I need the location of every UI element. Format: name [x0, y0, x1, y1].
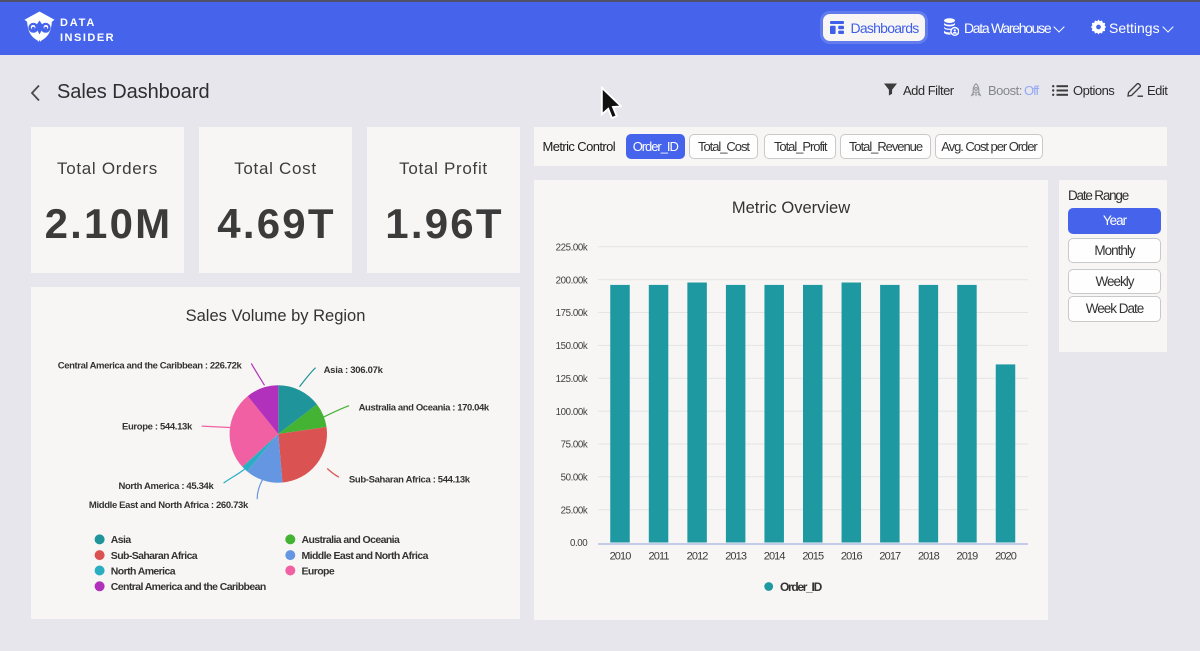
svg-text:2013: 2013	[725, 551, 747, 563]
svg-text:Central America and the Caribb: Central America and the Caribbean	[111, 581, 266, 593]
svg-text:Sales Volume by Region: Sales Volume by Region	[186, 307, 366, 325]
svg-text:Sub-Saharan Africa: Sub-Saharan Africa	[111, 550, 198, 562]
svg-text:2019: 2019	[957, 551, 979, 563]
svg-text:Sub-Saharan Africa : 544.13k: Sub-Saharan Africa : 544.13k	[349, 474, 471, 485]
svg-text:Asia: Asia	[111, 534, 132, 546]
svg-text:2012: 2012	[687, 551, 709, 563]
svg-text:200.00k: 200.00k	[556, 275, 588, 286]
svg-text:Metric Overview: Metric Overview	[732, 199, 850, 217]
svg-text:Middle East and North Africa: Middle East and North Africa	[302, 550, 429, 562]
svg-text:25.00k: 25.00k	[561, 505, 588, 516]
svg-text:Order_ID: Order_ID	[780, 580, 823, 594]
svg-text:0.00: 0.00	[570, 538, 588, 549]
svg-text:125.00k: 125.00k	[556, 374, 588, 385]
svg-text:Asia : 306.07k: Asia : 306.07k	[324, 365, 384, 376]
svg-text:175.00k: 175.00k	[556, 308, 588, 319]
svg-text:2016: 2016	[841, 551, 863, 563]
svg-text:2011: 2011	[649, 551, 670, 563]
svg-text:2020: 2020	[995, 551, 1017, 563]
svg-text:150.00k: 150.00k	[556, 341, 588, 352]
svg-text:Central America and the Caribb: Central America and the Caribbean : 226.…	[58, 361, 243, 372]
svg-text:North America : 45.34k: North America : 45.34k	[118, 481, 214, 492]
svg-text:225.00k: 225.00k	[556, 243, 588, 254]
svg-text:2017: 2017	[879, 551, 901, 563]
svg-text:50.00k: 50.00k	[561, 473, 588, 484]
svg-text:2010: 2010	[610, 551, 632, 563]
svg-text:2015: 2015	[802, 551, 824, 563]
svg-text:75.00k: 75.00k	[561, 440, 588, 451]
svg-text:Europe : 544.13k: Europe : 544.13k	[122, 422, 193, 433]
svg-text:Middle East and North Africa :: Middle East and North Africa : 260.73k	[89, 500, 249, 511]
svg-text:Australia and Oceania: Australia and Oceania	[302, 534, 400, 546]
svg-text:North America: North America	[111, 565, 176, 577]
svg-text:100.00k: 100.00k	[556, 407, 588, 418]
svg-text:2018: 2018	[918, 551, 940, 563]
svg-text:2014: 2014	[764, 551, 786, 563]
svg-text:Europe: Europe	[302, 565, 335, 577]
svg-text:Australia and Oceania : 170.04: Australia and Oceania : 170.04k	[359, 402, 490, 413]
